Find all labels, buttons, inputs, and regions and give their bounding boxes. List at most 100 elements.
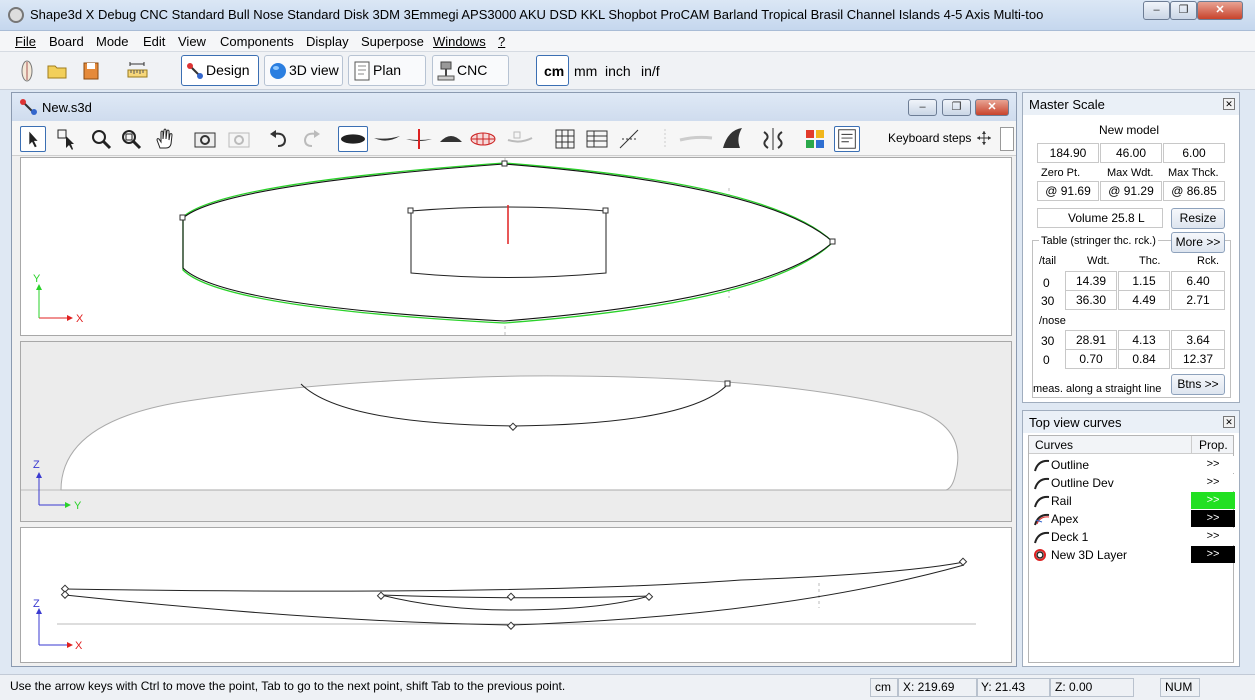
control-point[interactable] (958, 557, 968, 566)
cnc-button[interactable]: CNC (432, 55, 509, 86)
slice-icon[interactable] (404, 126, 434, 152)
open-folder-icon[interactable] (46, 60, 68, 82)
curve-prop-button[interactable]: >> (1191, 474, 1235, 491)
unit-inch[interactable]: inch (605, 63, 631, 79)
curve-item[interactable]: New 3D Layer >> (1031, 546, 1235, 564)
max-thick-pos[interactable]: @ 86.85 (1163, 181, 1225, 201)
close-button[interactable]: ✕ (1197, 1, 1243, 20)
nose-row-1-rocker[interactable]: 12.37 (1171, 349, 1225, 369)
mesh-icon[interactable] (468, 126, 498, 152)
top-view-panel[interactable]: Y X (20, 157, 1012, 336)
control-point[interactable] (829, 238, 836, 245)
fin-icon[interactable] (720, 126, 746, 152)
unit-cm[interactable]: cm (544, 63, 564, 79)
curve-item[interactable]: Outline >> (1031, 456, 1235, 474)
table-icon[interactable] (584, 126, 610, 152)
side-view-canvas[interactable]: Z X (21, 528, 1011, 662)
top-view-canvas[interactable]: Y X (21, 158, 1011, 335)
pan-hand-icon[interactable] (152, 126, 178, 152)
tail-row-0-thick[interactable]: 1.15 (1118, 271, 1170, 291)
more-button[interactable]: More >> (1171, 232, 1225, 253)
board-new-icon[interactable] (16, 60, 38, 82)
nose-row-1-width[interactable]: 0.70 (1065, 349, 1117, 369)
curve-prop-button[interactable]: >> (1191, 456, 1235, 473)
restore-button[interactable]: ❐ (1170, 1, 1197, 20)
side-view-panel[interactable]: Z X (20, 527, 1012, 663)
select-arrow-icon[interactable] (20, 126, 46, 152)
resize-button[interactable]: Resize (1171, 208, 1225, 229)
doc-minimize-button[interactable]: – (908, 99, 937, 116)
grid-icon[interactable] (552, 126, 578, 152)
nose-row-0-width[interactable]: 28.91 (1065, 330, 1117, 350)
menu-components[interactable]: Components (220, 34, 294, 49)
ruler-icon[interactable] (126, 60, 148, 82)
front-view-canvas[interactable]: Z Y (21, 342, 1011, 521)
menu-help[interactable]: ? (498, 34, 505, 49)
zoom-icon[interactable] (88, 126, 114, 152)
length-field[interactable]: 184.90 (1037, 143, 1099, 163)
unit-mm[interactable]: mm (574, 63, 597, 79)
control-point[interactable] (501, 160, 508, 167)
control-point[interactable] (376, 591, 386, 600)
curve-item[interactable]: Outline Dev >> (1031, 474, 1235, 492)
curve-prop-button[interactable]: >> (1191, 492, 1235, 509)
zoom-window-icon[interactable] (118, 126, 144, 152)
control-point[interactable] (506, 592, 516, 601)
top-view-icon[interactable] (338, 126, 368, 152)
3d-view-button[interactable]: 3D view (264, 55, 343, 86)
top-curves-close-icon[interactable]: ✕ (1223, 416, 1235, 428)
tail-row-0-rocker[interactable]: 6.40 (1171, 271, 1225, 291)
menu-mode[interactable]: Mode (96, 34, 129, 49)
nose-row-1-thick[interactable]: 0.84 (1118, 349, 1170, 369)
control-point[interactable] (179, 214, 186, 221)
zero-pt-value[interactable]: @ 91.69 (1037, 181, 1099, 201)
undo-icon[interactable] (266, 126, 292, 152)
deck-line-curve[interactable] (64, 561, 965, 592)
control-point[interactable] (506, 621, 516, 630)
control-point[interactable] (60, 590, 70, 599)
tail-row-0-width[interactable]: 14.39 (1065, 271, 1117, 291)
menu-edit[interactable]: Edit (143, 34, 165, 49)
max-width-pos[interactable]: @ 91.29 (1100, 181, 1162, 201)
doc-close-button[interactable]: ✕ (975, 99, 1009, 116)
control-point[interactable] (602, 207, 609, 214)
curve-prop-button[interactable]: >> (1191, 528, 1235, 545)
master-scale-close-icon[interactable]: ✕ (1223, 98, 1235, 110)
menu-file[interactable]: File (15, 34, 36, 49)
control-point[interactable] (644, 592, 654, 601)
menu-superpose[interactable]: Superpose (361, 34, 424, 49)
tail-row-1-thick[interactable]: 4.49 (1118, 290, 1170, 310)
move-arrows-icon[interactable] (976, 130, 992, 146)
unit-inf[interactable]: in/f (641, 63, 660, 79)
section-icon[interactable] (436, 126, 466, 152)
curve-item[interactable]: Deck 1 >> (1031, 528, 1235, 546)
control-point[interactable] (724, 380, 731, 387)
camera-icon[interactable] (192, 126, 218, 152)
keyboard-steps-field[interactable] (1000, 127, 1014, 151)
menu-display[interactable]: Display (306, 34, 349, 49)
menu-view[interactable]: View (178, 34, 206, 49)
thickness-field[interactable]: 6.00 (1163, 143, 1225, 163)
doc-restore-button[interactable]: ❐ (942, 99, 971, 116)
properties-icon[interactable] (834, 126, 860, 152)
minimize-button[interactable]: – (1143, 1, 1170, 20)
curve-item[interactable]: Rail >> (1031, 492, 1235, 510)
control-point[interactable] (407, 207, 414, 214)
menu-windows[interactable]: Windows (433, 34, 486, 49)
plan-button[interactable]: Plan (348, 55, 426, 86)
measure-icon[interactable] (616, 126, 642, 152)
side-view-icon[interactable] (372, 126, 402, 152)
tail-row-1-width[interactable]: 36.30 (1065, 290, 1117, 310)
bottom-line-curve[interactable] (64, 564, 965, 626)
select-point-icon[interactable] (54, 126, 80, 152)
symmetry-icon[interactable] (760, 126, 786, 152)
curve-item[interactable]: Apex >> (1031, 510, 1235, 528)
nose-row-0-rocker[interactable]: 3.64 (1171, 330, 1225, 350)
width-field[interactable]: 46.00 (1100, 143, 1162, 163)
btns-button[interactable]: Btns >> (1171, 374, 1225, 395)
design-button[interactable]: Design (181, 55, 259, 86)
front-view-panel[interactable]: Z Y (20, 341, 1012, 522)
tail-row-1-rocker[interactable]: 2.71 (1171, 290, 1225, 310)
menu-board[interactable]: Board (49, 34, 84, 49)
save-icon[interactable] (80, 60, 102, 82)
